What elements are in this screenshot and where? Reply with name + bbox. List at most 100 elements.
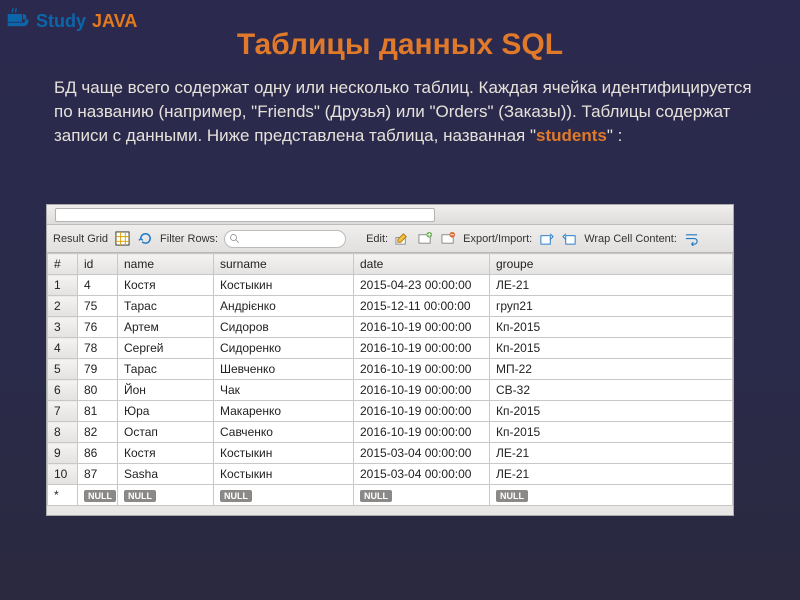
export-icon[interactable] [538,230,555,247]
table-row[interactable]: 579ТарасШевченко2016-10-19 00:00:00МП-22 [48,359,733,380]
row-number: 9 [48,443,78,464]
cell-name[interactable]: Тарас [118,359,214,380]
cell-name[interactable]: Костя [118,275,214,296]
table-row[interactable]: 680ЙонЧак2016-10-19 00:00:00СВ-32 [48,380,733,401]
col-name[interactable]: name [118,254,214,275]
cell-surname[interactable]: Сидоренко [214,338,354,359]
cell-name[interactable]: Тарас [118,296,214,317]
cell-surname[interactable]: Сидоров [214,317,354,338]
cell-id[interactable]: 78 [78,338,118,359]
col-surname[interactable]: surname [214,254,354,275]
cell-date[interactable]: 2016-10-19 00:00:00 [354,317,490,338]
query-tab[interactable] [55,208,435,222]
cell-groupe[interactable]: Кп-2015 [490,422,733,443]
slide-paragraph: БД чаще всего содержат одну или нескольк… [54,76,754,147]
row-number: 7 [48,401,78,422]
cell-groupe[interactable]: ЛЕ-21 [490,464,733,485]
cell-groupe[interactable]: СВ-32 [490,380,733,401]
add-row-icon[interactable] [417,230,434,247]
table-row[interactable]: 781ЮраМакаренко2016-10-19 00:00:00Кп-201… [48,401,733,422]
edit-row-icon[interactable] [394,230,411,247]
cell-groupe[interactable]: ЛЕ-21 [490,443,733,464]
cell-id[interactable]: 80 [78,380,118,401]
col-groupe[interactable]: groupe [490,254,733,275]
cell-name[interactable]: Сергей [118,338,214,359]
cell-surname[interactable]: Костыкин [214,464,354,485]
filter-input[interactable] [241,233,341,245]
col-date[interactable]: date [354,254,490,275]
cell-surname[interactable]: Костыкин [214,443,354,464]
table-row[interactable]: 1087SashaКостыкин2015-03-04 00:00:00ЛЕ-2… [48,464,733,485]
table-row[interactable]: 14КостяКостыкин2015-04-23 00:00:00ЛЕ-21 [48,275,733,296]
import-icon[interactable] [561,230,578,247]
row-number: 2 [48,296,78,317]
blurb-post: " : [607,126,622,145]
cell-groupe[interactable]: Кп-2015 [490,338,733,359]
students-table[interactable]: # id name surname date groupe 14КостяКос… [47,253,733,506]
cell-date[interactable]: 2015-03-04 00:00:00 [354,443,490,464]
coffee-cup-icon [4,6,30,37]
cell-name[interactable]: Йон [118,380,214,401]
cell-name[interactable]: Sasha [118,464,214,485]
cell-name[interactable]: Артем [118,317,214,338]
table-row[interactable]: 986КостяКостыкин2015-03-04 00:00:00ЛЕ-21 [48,443,733,464]
cell-id[interactable]: 79 [78,359,118,380]
table-row[interactable]: 376АртемСидоров2016-10-19 00:00:00Кп-201… [48,317,733,338]
grid-view-icon[interactable] [114,230,131,247]
cell-surname[interactable]: Андрієнко [214,296,354,317]
cell-groupe[interactable]: Кп-2015 [490,317,733,338]
cell-date[interactable]: 2016-10-19 00:00:00 [354,380,490,401]
cell-surname[interactable]: Костыкин [214,275,354,296]
cell-id[interactable]: 75 [78,296,118,317]
row-number: 3 [48,317,78,338]
cell-id[interactable]: 82 [78,422,118,443]
cell-name[interactable]: Остап [118,422,214,443]
cell-date[interactable]: NULL [354,485,490,506]
null-pill: NULL [360,490,392,502]
table-row[interactable]: 275ТарасАндрієнко2015-12-11 00:00:00груп… [48,296,733,317]
cell-groupe[interactable]: NULL [490,485,733,506]
cell-name[interactable]: NULL [118,485,214,506]
wrap-label: Wrap Cell Content: [584,233,677,245]
cell-groupe[interactable]: ЛЕ-21 [490,275,733,296]
row-number: 8 [48,422,78,443]
cell-date[interactable]: 2016-10-19 00:00:00 [354,359,490,380]
cell-name[interactable]: Юра [118,401,214,422]
refresh-icon[interactable] [137,230,154,247]
cell-id[interactable]: NULL [78,485,118,506]
cell-groupe[interactable]: Кп-2015 [490,401,733,422]
cell-id[interactable]: 81 [78,401,118,422]
cell-surname[interactable]: Шевченко [214,359,354,380]
row-number: 10 [48,464,78,485]
cell-id[interactable]: 76 [78,317,118,338]
cell-date[interactable]: 2016-10-19 00:00:00 [354,401,490,422]
cell-surname[interactable]: Савченко [214,422,354,443]
cell-id[interactable]: 87 [78,464,118,485]
result-toolbar: Result Grid Filter Rows: Edit: Export/Im… [47,225,733,253]
cell-groupe[interactable]: МП-22 [490,359,733,380]
col-num[interactable]: # [48,254,78,275]
cell-date[interactable]: 2015-12-11 00:00:00 [354,296,490,317]
cell-id[interactable]: 86 [78,443,118,464]
cell-date[interactable]: 2016-10-19 00:00:00 [354,338,490,359]
table-row-new[interactable]: *NULLNULLNULLNULLNULL [48,485,733,506]
table-row[interactable]: 882ОстапСавченко2016-10-19 00:00:00Кп-20… [48,422,733,443]
cell-date[interactable]: 2016-10-19 00:00:00 [354,422,490,443]
table-row[interactable]: 478СергейСидоренко2016-10-19 00:00:00Кп-… [48,338,733,359]
tab-bar [47,205,733,225]
cell-date[interactable]: 2015-03-04 00:00:00 [354,464,490,485]
cell-id[interactable]: 4 [78,275,118,296]
col-id[interactable]: id [78,254,118,275]
cell-date[interactable]: 2015-04-23 00:00:00 [354,275,490,296]
cell-name[interactable]: Костя [118,443,214,464]
filter-rows-field[interactable] [224,230,346,248]
cell-surname[interactable]: Чак [214,380,354,401]
cell-surname[interactable]: NULL [214,485,354,506]
row-number: * [48,485,78,506]
cell-surname[interactable]: Макаренко [214,401,354,422]
edit-label: Edit: [366,233,388,245]
cell-groupe[interactable]: груп21 [490,296,733,317]
wrap-cell-icon[interactable] [683,230,700,247]
delete-row-icon[interactable] [440,230,457,247]
row-number: 6 [48,380,78,401]
